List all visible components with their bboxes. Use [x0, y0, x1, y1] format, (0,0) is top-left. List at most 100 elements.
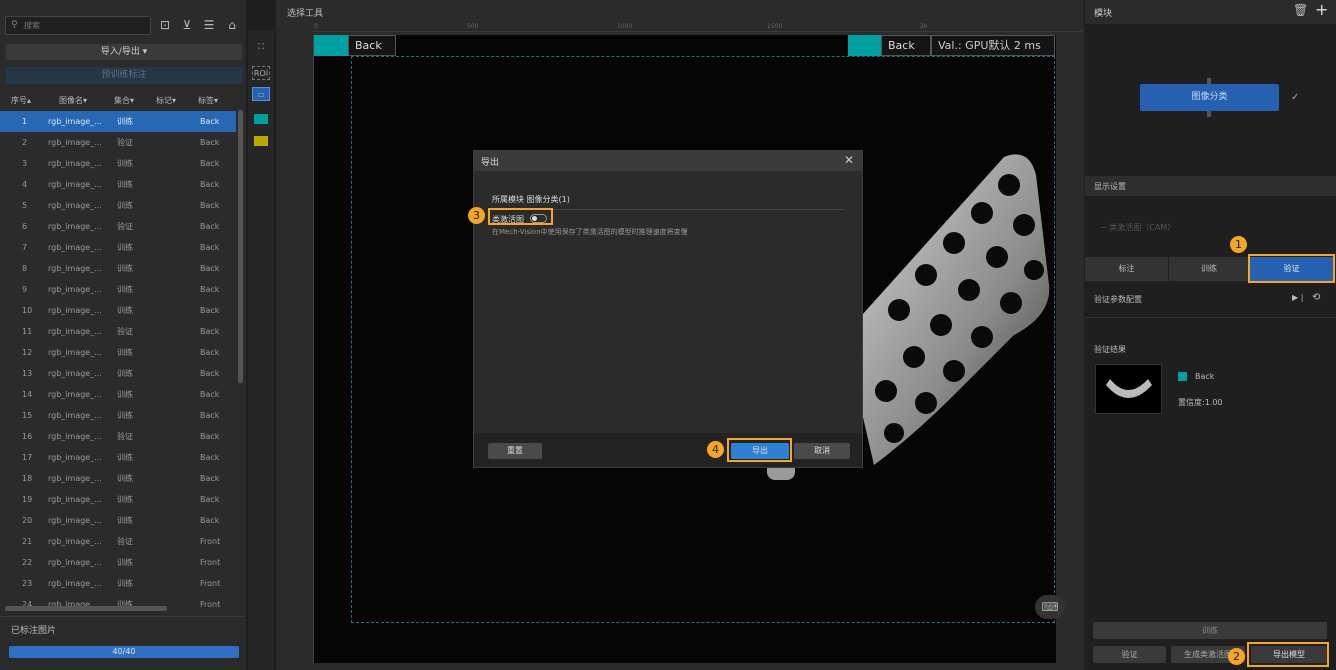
table-row[interactable]: 20 rgb_image_... 训练 Back — [0, 510, 236, 531]
add-icon[interactable]: + — [1315, 0, 1328, 19]
table-row[interactable]: 21 rgb_image_... 验证 Front — [0, 531, 236, 552]
col-mark[interactable]: 标记▾ — [156, 91, 176, 111]
table-row[interactable]: 4 rgb_image_... 训练 Back — [0, 174, 236, 195]
table-row[interactable]: 5 rgb_image_... 训练 Back — [0, 195, 236, 216]
table-row[interactable]: 10 rgb_image_... 训练 Back — [0, 300, 236, 321]
table-row[interactable]: 8 rgb_image_... 训练 Back — [0, 258, 236, 279]
row-set: 训练 — [117, 369, 133, 378]
table-row[interactable]: 2 rgb_image_... 验证 Back — [0, 132, 236, 153]
list-view-icon[interactable]: ☰ — [201, 17, 217, 33]
ruler-tick: 2k — [920, 23, 928, 30]
pretrain-label-button[interactable]: 预训练标注 — [6, 67, 242, 84]
table-horizontal-scrollbar[interactable] — [5, 606, 167, 611]
trash-icon[interactable]: 🗑 — [1293, 3, 1308, 17]
row-set: 训练 — [117, 180, 133, 189]
display-settings-title: 显示设置 — [1094, 182, 1126, 191]
labeled-progress-bar: 40/40 — [9, 646, 239, 658]
cam-display-option: ~ 类激活图（CAM） — [1100, 223, 1176, 232]
display-settings-header: 显示设置 — [1085, 176, 1336, 196]
table-row[interactable]: 6 rgb_image_... 验证 Back — [0, 216, 236, 237]
table-row[interactable]: 19 rgb_image_... 训练 Back — [0, 489, 236, 510]
filter-icon[interactable]: ⊻ — [179, 17, 195, 33]
row-image-name: rgb_image_... — [48, 579, 102, 588]
table-row[interactable]: 13 rgb_image_... 训练 Back — [0, 363, 236, 384]
ruler-top: 0 500 1000 1500 2k — [312, 22, 1082, 32]
row-index: 6 — [22, 222, 28, 231]
table-row[interactable]: 9 rgb_image_... 训练 Back — [0, 279, 236, 300]
row-index: 12 — [22, 348, 33, 357]
table-row[interactable]: 3 rgb_image_... 训练 Back — [0, 153, 236, 174]
verify-button[interactable]: 验证 — [1093, 646, 1166, 663]
play-icon[interactable]: ▶ | — [1292, 293, 1303, 302]
row-image-name: rgb_image_... — [48, 474, 102, 483]
dataset-icon[interactable]: ⌂ — [224, 17, 240, 33]
row-set: 训练 — [117, 558, 133, 567]
train-button[interactable]: 训练 — [1093, 622, 1327, 639]
row-set: 训练 — [117, 390, 133, 399]
class-color-tag-right — [848, 35, 881, 56]
row-label: Back — [200, 411, 220, 420]
history-icon[interactable]: ⟲ — [1312, 292, 1320, 303]
row-set: 训练 — [117, 285, 133, 294]
row-index: 10 — [22, 306, 33, 315]
col-image-name[interactable]: 图像名▾ — [59, 91, 87, 111]
roi-tool-icon[interactable]: ROI — [252, 66, 270, 80]
result-thumbnail[interactable] — [1095, 364, 1162, 414]
table-row[interactable]: 16 rgb_image_... 验证 Back — [0, 426, 236, 447]
tab-label[interactable]: 标注 — [1085, 257, 1168, 281]
selection-tool-icon[interactable]: ⛶ — [252, 40, 270, 54]
table-row[interactable]: 12 rgb_image_... 训练 Back — [0, 342, 236, 363]
row-image-name: rgb_image_... — [48, 411, 102, 420]
module-header: 模块 🗑 + — [1085, 0, 1336, 24]
ruler-tick: 1500 — [767, 23, 783, 30]
row-label: Front — [200, 600, 221, 609]
col-index[interactable]: 序号▴ — [11, 91, 31, 111]
table-row[interactable]: 11 rgb_image_... 验证 Back — [0, 321, 236, 342]
table-row[interactable]: 22 rgb_image_... 训练 Front — [0, 552, 236, 573]
select-tool-label: 选择工具 — [287, 9, 324, 19]
search-input[interactable] — [24, 18, 144, 33]
row-label: Back — [200, 285, 220, 294]
image-classification-node[interactable]: 图像分类 — [1140, 84, 1279, 111]
image-search-icon[interactable]: ⊡ — [157, 17, 173, 33]
row-index: 22 — [22, 558, 33, 567]
row-image-name: rgb_image_... — [48, 516, 102, 525]
class-color-front[interactable] — [254, 136, 268, 146]
table-row[interactable]: 17 rgb_image_... 训练 Back — [0, 447, 236, 468]
row-set: 训练 — [117, 306, 133, 315]
reset-button[interactable]: 重置 — [488, 443, 542, 459]
row-index: 13 — [22, 369, 33, 378]
tab-train[interactable]: 训练 — [1169, 257, 1249, 281]
rect-tool-icon[interactable]: ▭ — [252, 87, 270, 101]
verify-params-label[interactable]: 验证参数配置 — [1094, 294, 1142, 305]
row-label: Back — [200, 516, 220, 525]
close-icon[interactable]: ✕ — [844, 153, 854, 167]
keyboard-icon[interactable]: ⌨ — [1035, 595, 1065, 619]
row-image-name: rgb_image_... — [48, 390, 102, 399]
row-image-name: rgb_image_... — [48, 537, 102, 546]
class-color-back[interactable] — [254, 114, 268, 124]
import-export-button[interactable]: 导入/导出 ▾ — [6, 44, 242, 60]
highlight-export-model — [1247, 642, 1329, 667]
row-index: 3 — [22, 159, 28, 168]
col-set[interactable]: 集合▾ — [114, 91, 134, 111]
table-row[interactable]: 14 rgb_image_... 训练 Back — [0, 384, 236, 405]
ruler-tick: 500 — [467, 23, 479, 30]
search-box[interactable]: ⚲ — [5, 16, 151, 35]
table-row[interactable]: 15 rgb_image_... 训练 Back — [0, 405, 236, 426]
row-set: 训练 — [117, 159, 133, 168]
cancel-button[interactable]: 取消 — [794, 443, 850, 459]
row-set: 训练 — [117, 264, 133, 273]
row-set: 训练 — [117, 201, 133, 210]
table-row[interactable]: 18 rgb_image_... 训练 Back — [0, 468, 236, 489]
table-row[interactable]: 23 rgb_image_... 训练 Front — [0, 573, 236, 594]
row-set: 训练 — [117, 516, 133, 525]
row-index: 19 — [22, 495, 33, 504]
table-row[interactable]: 1 rgb_image_... 训练 Back — [0, 111, 236, 132]
table-vertical-scrollbar[interactable] — [238, 110, 243, 383]
highlight-verify-tab — [1248, 254, 1335, 283]
row-image-name: rgb_image_... — [48, 558, 102, 567]
table-row[interactable]: 7 rgb_image_... 训练 Back — [0, 237, 236, 258]
export-dialog: 导出 ✕ 所属模块 图像分类(1) 类激活图 在Mech-Vision中使用保存… — [473, 150, 863, 468]
col-label[interactable]: 标签▾ — [198, 91, 218, 111]
